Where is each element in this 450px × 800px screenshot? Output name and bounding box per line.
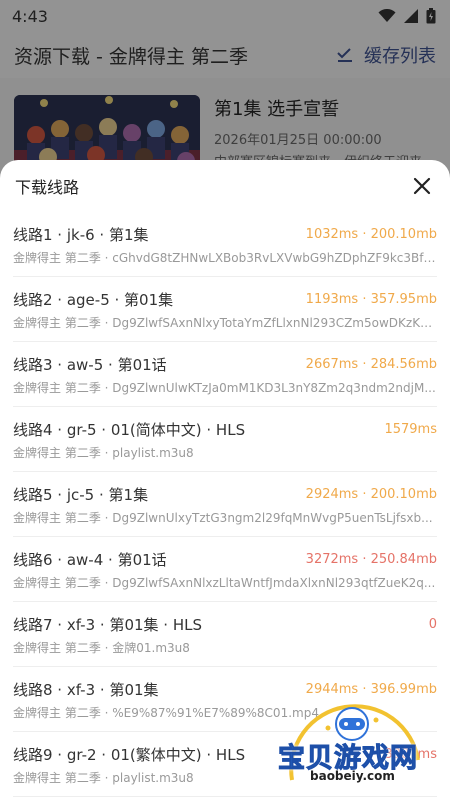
route-latency-size: 2667ms · 284.56mb xyxy=(305,356,437,372)
route-latency-size: 2944ms · 396.99mb xyxy=(305,681,437,697)
route-item[interactable]: 线路2 · age-5 · 第01集 1193ms · 357.95mb 金牌得主 … xyxy=(0,277,450,342)
route-row: 线路5 · jc-5 · 第1集 2924ms · 200.10mb xyxy=(13,484,437,504)
route-source: 金牌得主 第二季 · 金牌01.m3u8 xyxy=(13,641,190,655)
route-latency-size: 3272ms · 250.84mb xyxy=(305,551,437,567)
route-item[interactable]: 线路7 · xf-3 · 第01集 · HLS 0 金牌得主 第二季 · 金牌01.… xyxy=(0,602,450,667)
route-latency-size: 1193ms · 357.95mb xyxy=(305,291,437,307)
route-item[interactable]: 线路3 · aw-5 · 第01话 2667ms · 284.56mb 金牌得主 第… xyxy=(0,342,450,407)
route-row: 线路8 · xf-3 · 第01集 2944ms · 396.99mb xyxy=(13,679,437,699)
route-name: 线路8 · xf-3 · 第01集 xyxy=(13,680,159,699)
route-name: 线路2 · age-5 · 第01集 xyxy=(13,290,174,309)
route-source: 金牌得主 第二季 · playlist.m3u8 xyxy=(13,446,194,460)
route-item[interactable]: 线路1 · jk-6 · 第1集 1032ms · 200.10mb 金牌得主 第二… xyxy=(0,212,450,277)
route-source: 金牌得主 第二季 · Dg9ZlwfSAxnNlxyTotaYmZfLlxnNl… xyxy=(13,316,437,330)
route-name: 线路3 · aw-5 · 第01话 xyxy=(13,355,167,374)
route-latency-size: 2924ms · 200.10mb xyxy=(305,486,437,502)
route-item[interactable]: 线路6 · aw-4 · 第01话 3272ms · 250.84mb 金牌得主 第… xyxy=(0,537,450,602)
route-source: 金牌得主 第二季 · Dg9ZlwnUlxyTztG3ngm2l29fqMnWv… xyxy=(13,511,433,525)
route-name: 线路7 · xf-3 · 第01集 · HLS xyxy=(13,615,202,634)
route-latency-size: 1579ms xyxy=(384,421,437,437)
route-source: 金牌得主 第二季 · Dg9ZlwnUlwKTzJa0mM1KD3L3nY8Zm… xyxy=(13,381,436,395)
sheet-header: 下载线路 xyxy=(0,160,450,212)
route-row: 线路1 · jk-6 · 第1集 1032ms · 200.10mb xyxy=(13,224,437,244)
route-row: 线路6 · aw-4 · 第01话 3272ms · 250.84mb xyxy=(13,549,437,569)
route-name: 线路4 · gr-5 · 01(简体中文) · HLS xyxy=(13,420,246,439)
route-item[interactable]: 线路5 · jc-5 · 第1集 2924ms · 200.10mb 金牌得主 第二… xyxy=(0,472,450,537)
watermark-url: baobeiy.com xyxy=(310,769,395,783)
route-latency-size: 0 xyxy=(428,616,437,632)
route-row: 线路2 · age-5 · 第01集 1193ms · 357.95mb xyxy=(13,289,437,309)
route-name: 线路1 · jk-6 · 第1集 xyxy=(13,225,149,244)
route-source: 金牌得主 第二季 · cGhvdG8tZHNwLXBob3RvLXVwbG9hZ… xyxy=(13,251,437,265)
watermark: 宝贝游戏网 baobeiy.com xyxy=(270,700,440,792)
close-icon xyxy=(413,177,431,195)
route-latency-size: 1032ms · 200.10mb xyxy=(305,226,437,242)
sheet-title: 下载线路 xyxy=(15,178,80,197)
route-name: 线路6 · aw-4 · 第01话 xyxy=(13,550,167,569)
route-row: 线路7 · xf-3 · 第01集 · HLS 0 xyxy=(13,614,437,634)
route-name: 线路9 · gr-2 · 01(繁体中文) · HLS xyxy=(13,745,246,764)
route-row: 线路3 · aw-5 · 第01话 2667ms · 284.56mb xyxy=(13,354,437,374)
route-name: 线路5 · jc-5 · 第1集 xyxy=(13,485,149,504)
close-button[interactable] xyxy=(408,172,436,200)
route-item[interactable]: 线路4 · gr-5 · 01(简体中文) · HLS 1579ms 金牌得主 第二… xyxy=(0,407,450,472)
route-source: 金牌得主 第二季 · Dg9ZlwfSAxnNlxzLltaWntfJmdaXl… xyxy=(13,576,436,590)
route-row: 线路4 · gr-5 · 01(简体中文) · HLS 1579ms xyxy=(13,419,437,439)
